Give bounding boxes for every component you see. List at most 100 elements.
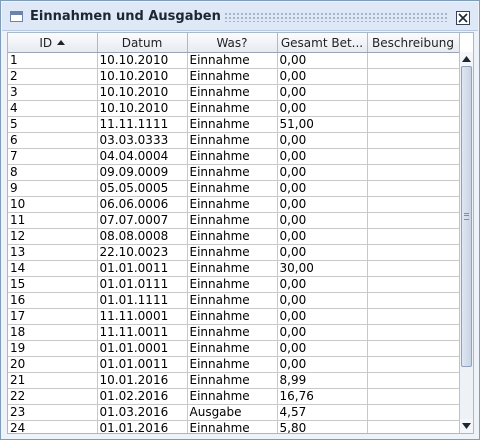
table-cell[interactable]: Einnahme <box>187 196 278 213</box>
table-row[interactable]: 2 10.10.2010 Einnahme 0,00 <box>8 68 460 85</box>
table-cell[interactable] <box>367 68 460 85</box>
table-cell[interactable]: Einnahme <box>187 276 278 293</box>
table-cell[interactable]: 01.02.2016 <box>97 388 188 405</box>
table-cell[interactable]: Einnahme <box>187 324 278 341</box>
table-row[interactable]: 12 08.08.0008 Einnahme 0,00 <box>8 228 460 245</box>
column-header-was[interactable]: Was? <box>187 33 278 53</box>
table-cell[interactable]: 22 <box>8 388 98 405</box>
table-cell[interactable]: 18 <box>8 324 98 341</box>
table-cell[interactable]: Einnahme <box>187 244 278 261</box>
table-row[interactable]: 4 10.10.2010 Einnahme 0,00 <box>8 100 460 117</box>
table-cell[interactable]: 0,00 <box>277 340 368 357</box>
table-cell[interactable]: Einnahme <box>187 84 278 101</box>
table-cell[interactable] <box>367 164 460 181</box>
table-cell[interactable]: 1 <box>8 52 98 69</box>
table-cell[interactable]: 17 <box>8 308 98 325</box>
table-cell[interactable]: 0,00 <box>277 196 368 213</box>
table-row[interactable]: 16 01.01.1111 Einnahme 0,00 <box>8 292 460 309</box>
table-cell[interactable]: 0,00 <box>277 84 368 101</box>
table-cell[interactable]: Einnahme <box>187 340 278 357</box>
table-row[interactable]: 7 04.04.0004 Einnahme 0,00 <box>8 148 460 165</box>
table-cell[interactable]: Einnahme <box>187 52 278 69</box>
table-cell[interactable]: Einnahme <box>187 180 278 197</box>
table-cell[interactable]: 11.11.0001 <box>97 308 188 325</box>
table-cell[interactable]: 0,00 <box>277 324 368 341</box>
table-cell[interactable]: 10.01.2016 <box>97 372 188 389</box>
table-cell[interactable]: 8 <box>8 164 98 181</box>
table-cell[interactable]: 0,00 <box>277 244 368 261</box>
table-cell[interactable] <box>367 148 460 165</box>
table-cell[interactable] <box>367 260 460 277</box>
table-cell[interactable]: 7 <box>8 148 98 165</box>
table-cell[interactable]: 01.01.1111 <box>97 292 188 309</box>
table-cell[interactable]: 4 <box>8 100 98 117</box>
table-cell[interactable] <box>367 372 460 389</box>
table-cell[interactable]: Einnahme <box>187 212 278 229</box>
table-row[interactable]: 14 01.01.0011 Einnahme 30,00 <box>8 260 460 277</box>
table-cell[interactable]: Einnahme <box>187 164 278 181</box>
table-row[interactable]: 5 11.11.1111 Einnahme 51,00 <box>8 116 460 133</box>
table-cell[interactable]: 20 <box>8 356 98 373</box>
table-cell[interactable]: 0,00 <box>277 132 368 149</box>
table-cell[interactable] <box>367 404 460 421</box>
table-cell[interactable]: 01.01.0001 <box>97 340 188 357</box>
table-row[interactable]: 19 01.01.0001 Einnahme 0,00 <box>8 340 460 357</box>
table-cell[interactable]: 0,00 <box>277 68 368 85</box>
table-cell[interactable]: 0,00 <box>277 356 368 373</box>
column-header-beschreibung[interactable]: Beschreibung <box>367 33 460 53</box>
table-row[interactable]: 13 22.10.0023 Einnahme 0,00 <box>8 244 460 261</box>
table-cell[interactable]: 10.10.2010 <box>97 100 188 117</box>
table-row[interactable]: 8 09.09.0009 Einnahme 0,00 <box>8 164 460 181</box>
table-cell[interactable] <box>367 244 460 261</box>
table-cell[interactable]: 8,99 <box>277 372 368 389</box>
table-cell[interactable]: 05.05.0005 <box>97 180 188 197</box>
table-cell[interactable] <box>367 420 460 433</box>
table-cell[interactable]: 11.11.1111 <box>97 116 188 133</box>
table-cell[interactable]: 51,00 <box>277 116 368 133</box>
table-cell[interactable] <box>367 180 460 197</box>
table-cell[interactable]: 10.10.2010 <box>97 84 188 101</box>
table-cell[interactable]: 11 <box>8 212 98 229</box>
table-row[interactable]: 22 01.02.2016 Einnahme 16,76 <box>8 388 460 405</box>
table-cell[interactable]: 10 <box>8 196 98 213</box>
table-cell[interactable]: 0,00 <box>277 276 368 293</box>
table-cell[interactable] <box>367 292 460 309</box>
table-row[interactable]: 1 10.10.2010 Einnahme 0,00 <box>8 52 460 69</box>
table-cell[interactable] <box>367 276 460 293</box>
table-row[interactable]: 10 06.06.0006 Einnahme 0,00 <box>8 196 460 213</box>
table-cell[interactable]: 0,00 <box>277 212 368 229</box>
table-cell[interactable]: 3 <box>8 84 98 101</box>
table-cell[interactable]: 11.11.0011 <box>97 324 188 341</box>
table-cell[interactable]: Einnahme <box>187 388 278 405</box>
table-cell[interactable] <box>367 100 460 117</box>
scroll-up-button[interactable] <box>460 52 473 66</box>
table-row[interactable]: 17 11.11.0001 Einnahme 0,00 <box>8 308 460 325</box>
table-cell[interactable] <box>367 196 460 213</box>
table-cell[interactable]: 4,57 <box>277 404 368 421</box>
table-cell[interactable] <box>367 116 460 133</box>
table-cell[interactable]: Einnahme <box>187 132 278 149</box>
table-cell[interactable]: 23 <box>8 404 98 421</box>
table-cell[interactable]: 21 <box>8 372 98 389</box>
column-header-datum[interactable]: Datum <box>97 33 188 53</box>
title-bar[interactable]: Einnahmen und Ausgaben <box>2 2 478 31</box>
table-row[interactable]: 24 01.01.2016 Einnahme 5,80 <box>8 420 460 433</box>
table-cell[interactable]: 0,00 <box>277 52 368 69</box>
table-row[interactable]: 18 11.11.0011 Einnahme 0,00 <box>8 324 460 341</box>
table-cell[interactable]: 2 <box>8 68 98 85</box>
table-row[interactable]: 15 01.01.0111 Einnahme 0,00 <box>8 276 460 293</box>
table-cell[interactable]: 01.01.0011 <box>97 260 188 277</box>
table-cell[interactable]: 08.08.0008 <box>97 228 188 245</box>
table-cell[interactable] <box>367 212 460 229</box>
table-cell[interactable]: Einnahme <box>187 308 278 325</box>
table-cell[interactable]: 5,80 <box>277 420 368 433</box>
table-cell[interactable] <box>367 340 460 357</box>
table-cell[interactable]: 19 <box>8 340 98 357</box>
table-cell[interactable]: 0,00 <box>277 148 368 165</box>
table-cell[interactable]: Einnahme <box>187 228 278 245</box>
table-cell[interactable]: 06.06.0006 <box>97 196 188 213</box>
table-cell[interactable]: Einnahme <box>187 372 278 389</box>
table-row[interactable]: 23 01.03.2016 Ausgabe 4,57 <box>8 404 460 421</box>
table-cell[interactable]: 16,76 <box>277 388 368 405</box>
table-cell[interactable]: Einnahme <box>187 292 278 309</box>
